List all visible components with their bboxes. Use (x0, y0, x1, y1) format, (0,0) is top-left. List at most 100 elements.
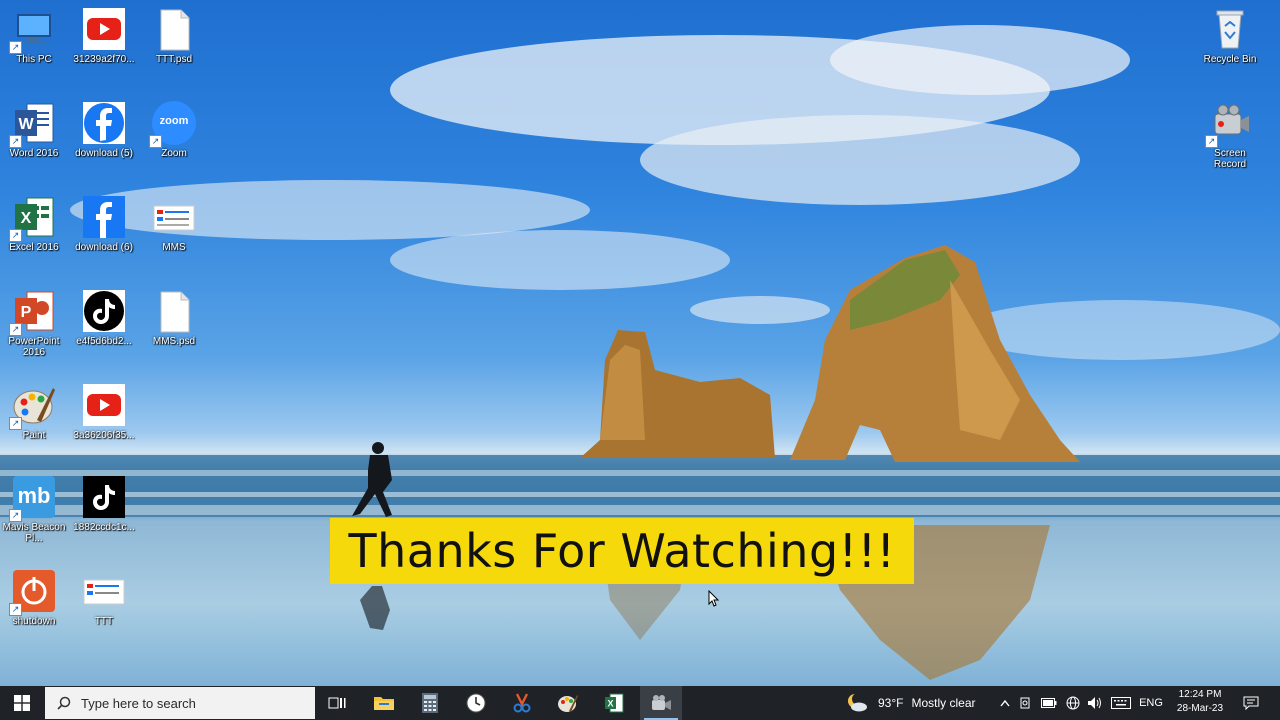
desktop-icon-mms[interactable]: MMS (142, 194, 206, 253)
taskbar-app-paint[interactable] (548, 686, 588, 720)
speaker-icon (1088, 697, 1101, 709)
desktop-icon-label: download (5) (75, 148, 133, 159)
tiktok-icon (81, 474, 127, 520)
folder-icon (374, 697, 394, 710)
image-thumbnail-icon (81, 568, 127, 614)
desktop-icon-label: 31239a2f70... (73, 54, 135, 65)
desktop-icon-recycle-bin[interactable]: Recycle Bin (1198, 6, 1262, 65)
recycle-bin-icon (1207, 6, 1253, 52)
windows-logo-icon (14, 695, 30, 711)
desktop-icon-label: Word 2016 (9, 148, 59, 159)
taskbar-app-file-explorer[interactable] (364, 686, 404, 720)
notification-icon (1243, 696, 1259, 710)
taskbar-app-screen-recorder[interactable] (640, 686, 682, 720)
keyboard-icon (1111, 697, 1131, 709)
youtube-icon (81, 382, 127, 428)
weather-widget[interactable]: 93°F Mostly clear (846, 686, 988, 720)
tiktok-icon (81, 288, 127, 334)
battery-icon (1041, 698, 1057, 708)
mavis-beacon-icon: mb ↗ (9, 474, 57, 522)
taskbar-clock[interactable]: 12:24 PM 28-Mar-23 (1168, 688, 1232, 716)
desktop-icon-label: Paint (22, 430, 46, 441)
facebook-icon (81, 100, 127, 146)
clock-date: 28-Mar-23 (1176, 703, 1224, 714)
tray-touch-keyboard[interactable] (1108, 686, 1134, 720)
desktop-icon-excel[interactable]: X ↗ Excel 2016 (2, 194, 66, 253)
weather-description: Mostly clear (911, 696, 976, 710)
taskbar-app-excel[interactable]: X (594, 686, 634, 720)
file-icon (151, 6, 197, 52)
desktop-icon-label: Zoom (161, 148, 187, 159)
youtube-icon (81, 6, 127, 52)
desktop-icon-mavis[interactable]: mb ↗ Mavis Beacon Pl... (2, 474, 66, 544)
taskbar-app-clock[interactable] (456, 686, 496, 720)
computer-icon: ↗ (9, 6, 57, 54)
search-placeholder: Type here to search (81, 695, 196, 711)
desktop-icon-youtube-1[interactable]: 31239a2f70... (72, 6, 136, 65)
desktop-icon-facebook-6[interactable]: download (6) (72, 194, 136, 253)
desktop-icon-label: 1882ccdc1c... (73, 522, 135, 533)
desktop-icon-word[interactable]: W ↗ Word 2016 (2, 100, 66, 159)
desktop-icon-youtube-2[interactable]: 3a36206f35... (72, 382, 136, 441)
desktop-icon-tiktok-2[interactable]: 1882ccdc1c... (72, 474, 136, 533)
powerpoint-icon: P ↗ (9, 288, 57, 336)
calculator-icon (422, 693, 438, 713)
taskbar-search-box[interactable]: Type here to search (45, 687, 315, 719)
desktop-icon-ttt-psd[interactable]: TTT.psd (142, 6, 206, 65)
svg-text:P: P (21, 304, 32, 321)
desktop-icon-facebook-5[interactable]: download (5) (72, 100, 136, 159)
taskbar-app-snipping-tool[interactable] (502, 686, 542, 720)
tray-meet-now[interactable] (1016, 686, 1036, 720)
tray-network[interactable] (1062, 686, 1084, 720)
desktop-icon-label: MMS (162, 242, 186, 253)
desktop-icon-label: Screen Record (1213, 148, 1247, 170)
desktop-icon-paint[interactable]: ↗ Paint (2, 382, 66, 441)
desktop-icon-screen-record[interactable]: ↗ Screen Record (1198, 100, 1262, 170)
svg-text:X: X (607, 699, 613, 709)
desktop-icon-label: 3a36206f35... (73, 430, 135, 441)
show-hidden-icons-button[interactable] (996, 686, 1014, 720)
taskbar: Type here to search X 93°F Mostly clear (0, 686, 1280, 720)
zoom-icon: zoom ↗ (149, 100, 197, 148)
desktop-icon-label: Mavis Beacon Pl... (2, 522, 66, 544)
excel-icon: X (605, 693, 624, 713)
desktop-icon-label: This PC (16, 54, 52, 65)
desktop-icon-label: TTT (94, 616, 114, 627)
desktop-icon-this-pc[interactable]: ↗ This PC (2, 6, 66, 65)
word-icon: W ↗ (9, 100, 57, 148)
action-center-button[interactable] (1234, 686, 1268, 720)
desktop-icon-powerpoint[interactable]: P ↗ PowerPoint 2016 (2, 288, 66, 358)
tray-volume[interactable] (1084, 686, 1106, 720)
task-view-button[interactable] (318, 686, 356, 720)
globe-icon (1066, 696, 1080, 710)
desktop-icon-label: TTT.psd (155, 54, 193, 65)
clock-time: 12:24 PM (1178, 689, 1222, 700)
desktop-icon-mms-psd[interactable]: MMS.psd (142, 288, 206, 347)
video-camera-icon (652, 695, 671, 710)
camera-tray-icon (1020, 697, 1030, 709)
file-icon (151, 288, 197, 334)
taskbar-app-calculator[interactable] (410, 686, 450, 720)
desktop-icon-zoom[interactable]: zoom ↗ Zoom (142, 100, 206, 159)
tray-battery[interactable] (1038, 686, 1060, 720)
desktop-icon-ttt[interactable]: TTT (72, 568, 136, 627)
desktop-icon-label: e4f5d6bd2... (76, 336, 132, 347)
desktop-icon-tiktok-1[interactable]: e4f5d6bd2... (72, 288, 136, 347)
zoom-glyph-text: zoom (159, 115, 189, 127)
desktop-icon-shutdown[interactable]: ↗ shutdown (2, 568, 66, 627)
desktop-icon-label: Excel 2016 (9, 242, 59, 253)
search-icon (57, 696, 71, 710)
desktop-icon-label: PowerPoint 2016 (8, 336, 60, 358)
tray-language[interactable]: ENG (1136, 686, 1166, 720)
clock-icon (466, 693, 486, 713)
moon-cloud-icon (848, 693, 867, 712)
language-indicator: ENG (1139, 697, 1163, 709)
excel-icon: X ↗ (9, 194, 57, 242)
start-button[interactable] (0, 686, 44, 720)
desktop-icon-label: shutdown (12, 616, 56, 627)
desktop-icon-label: MMS.psd (152, 336, 196, 347)
video-camera-icon: ↗ (1205, 100, 1253, 148)
desktop: ↗ This PC 31239a2f70... TTT.psd W ↗ Word… (0, 0, 1280, 686)
power-icon: ↗ (9, 568, 57, 616)
thanks-caption: Thanks For Watching!!! (330, 518, 914, 584)
